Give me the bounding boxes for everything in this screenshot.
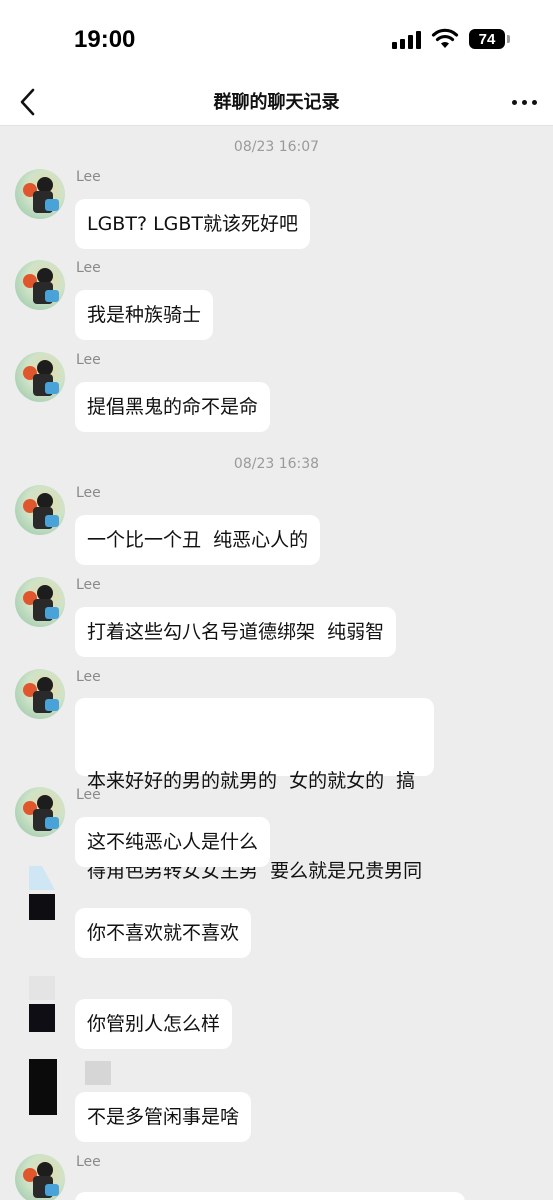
message-bubble[interactable]: 提倡黑鬼的命不是命: [75, 382, 271, 432]
avatar[interactable]: [15, 169, 65, 219]
avatar[interactable]: [15, 787, 65, 837]
more-options-button[interactable]: [509, 88, 539, 116]
message-bubble[interactable]: 你不喜欢就不喜欢: [75, 908, 252, 958]
page-title: 群聊的聊天记录: [213, 92, 340, 113]
avatar[interactable]: [15, 260, 65, 310]
sender-name: Lee: [76, 485, 101, 501]
message-bubble[interactable]: LGBT? LGBT就该死好吧: [75, 199, 311, 249]
nav-bar: 群聊的聊天记录: [0, 78, 553, 126]
cellular-signal-icon: [392, 29, 421, 49]
status-bar: 19:00 74: [0, 0, 553, 78]
message-bubble[interactable]: 打着这些勾八名号道德绑架 纯弱智: [75, 607, 397, 657]
wifi-icon: [431, 28, 459, 48]
sender-name: Lee: [76, 577, 101, 593]
more-dot-icon: [531, 99, 537, 105]
more-dot-icon: [521, 99, 527, 105]
sender-name: Lee: [76, 260, 101, 276]
message-bubble[interactable]: [75, 1192, 465, 1200]
message-bubble[interactable]: 本来好好的男的就男的 女的就女的 搞 得角色男转女女主男 要么就是兄贵男同: [75, 698, 435, 882]
censored-avatar[interactable]: [15, 864, 65, 920]
sender-name: Lee: [76, 352, 101, 368]
message-bubble[interactable]: 你管别人怎么样: [75, 999, 233, 1049]
status-time: 19:00: [74, 26, 136, 53]
avatar[interactable]: [15, 485, 65, 535]
sender-name: Lee: [76, 787, 101, 803]
censored-avatar[interactable]: [15, 1059, 111, 1115]
battery-level: 74: [478, 30, 496, 48]
timestamp: 08/23 16:38: [233, 456, 320, 472]
battery-icon: 74: [469, 29, 510, 49]
chat-history[interactable]: 08/23 16:07 Lee LGBT? LGBT就该死好吧 Lee 我是种族…: [0, 126, 553, 1200]
sender-name: Lee: [76, 169, 101, 185]
message-bubble[interactable]: 一个比一个丑 纯恶心人的: [75, 515, 321, 565]
message-bubble[interactable]: 这不纯恶心人是什么: [75, 817, 271, 867]
message-line: 本来好好的男的就男的 女的就女的 搞: [87, 770, 416, 792]
more-dot-icon: [511, 99, 517, 105]
sender-name: Lee: [76, 669, 101, 685]
avatar[interactable]: [15, 352, 65, 402]
sender-name: Lee: [76, 1154, 101, 1170]
status-icons: 74: [392, 28, 510, 50]
message-bubble[interactable]: 不是多管闲事是啥: [75, 1092, 252, 1142]
avatar[interactable]: [15, 669, 65, 719]
message-bubble[interactable]: 我是种族骑士: [75, 290, 214, 340]
avatar[interactable]: [15, 577, 65, 627]
timestamp: 08/23 16:07: [233, 139, 320, 155]
avatar[interactable]: [15, 1154, 65, 1200]
censored-avatar[interactable]: [15, 976, 65, 1032]
